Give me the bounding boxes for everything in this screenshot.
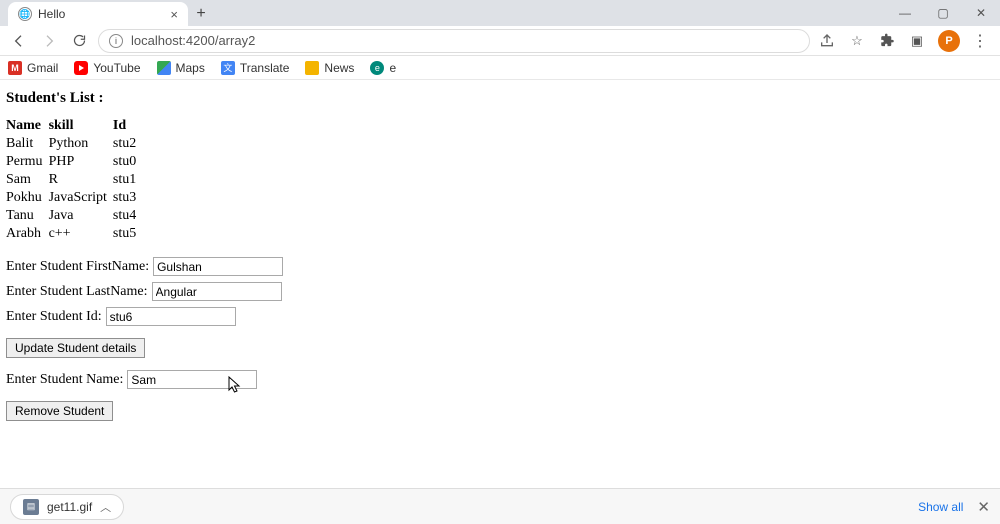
new-tab-button[interactable]: + bbox=[188, 2, 214, 26]
bookmarks-bar: M Gmail YouTube Maps 文 Translate News e … bbox=[0, 56, 1000, 80]
minimize-button[interactable]: — bbox=[886, 0, 924, 26]
cell-name: Arabh bbox=[6, 225, 49, 243]
cell-id: stu1 bbox=[113, 171, 142, 189]
bookmark-youtube[interactable]: YouTube bbox=[74, 61, 140, 75]
cell-id: stu4 bbox=[113, 207, 142, 225]
maps-icon bbox=[157, 61, 171, 75]
gmail-icon: M bbox=[8, 61, 22, 75]
translate-icon: 文 bbox=[221, 61, 235, 75]
firstname-input[interactable] bbox=[153, 257, 283, 276]
url-text: localhost:4200/array2 bbox=[131, 33, 255, 48]
col-skill: skill bbox=[49, 117, 113, 135]
id-label: Enter Student Id: bbox=[6, 309, 102, 325]
table-row: Balit Python stu2 bbox=[6, 135, 142, 153]
e-icon: e bbox=[370, 61, 384, 75]
youtube-icon bbox=[74, 61, 88, 75]
show-all-link[interactable]: Show all bbox=[918, 500, 963, 514]
cell-name: Permu bbox=[6, 153, 49, 171]
browser-toolbar: i localhost:4200/array2 ☆ ▣ P ⋮ bbox=[0, 26, 1000, 56]
bookmark-label: Gmail bbox=[27, 61, 58, 75]
toolbar-right: ☆ ▣ P ⋮ bbox=[818, 30, 992, 52]
reload-button[interactable] bbox=[68, 30, 90, 52]
table-row: Permu PHP stu0 bbox=[6, 153, 142, 171]
cell-id: stu0 bbox=[113, 153, 142, 171]
news-icon bbox=[305, 61, 319, 75]
cell-name: Balit bbox=[6, 135, 49, 153]
cell-id: stu3 bbox=[113, 189, 142, 207]
cell-name: Tanu bbox=[6, 207, 49, 225]
bookmark-label: Translate bbox=[240, 61, 290, 75]
bookmark-e[interactable]: e e bbox=[370, 61, 396, 75]
back-button[interactable] bbox=[8, 30, 30, 52]
download-filename: get11.gif bbox=[47, 500, 92, 514]
cell-skill: Python bbox=[49, 135, 113, 153]
col-id: Id bbox=[113, 117, 142, 135]
file-icon: ▤ bbox=[23, 499, 39, 515]
table-row: Tanu Java stu4 bbox=[6, 207, 142, 225]
site-info-icon[interactable]: i bbox=[109, 34, 123, 48]
table-header-row: Name skill Id bbox=[6, 117, 142, 135]
maximize-button[interactable]: ▢ bbox=[924, 0, 962, 26]
cell-skill: PHP bbox=[49, 153, 113, 171]
share-icon[interactable] bbox=[818, 32, 836, 50]
extensions-icon[interactable] bbox=[878, 32, 896, 50]
arrow-left-icon bbox=[11, 33, 27, 49]
cell-skill: JavaScript bbox=[49, 189, 113, 207]
close-window-button[interactable]: ✕ bbox=[962, 0, 1000, 26]
bookmark-translate[interactable]: 文 Translate bbox=[221, 61, 290, 75]
reload-icon bbox=[72, 33, 87, 48]
window-controls: — ▢ ✕ bbox=[886, 0, 1000, 26]
bookmark-label: Maps bbox=[176, 61, 205, 75]
arrow-right-icon bbox=[41, 33, 57, 49]
lastname-row: Enter Student LastName: bbox=[6, 282, 994, 301]
downloads-right: Show all ✕ bbox=[918, 498, 990, 516]
browser-tab[interactable]: 🌐 Hello × bbox=[8, 2, 188, 26]
remove-button[interactable]: Remove Student bbox=[6, 401, 113, 421]
address-bar[interactable]: i localhost:4200/array2 bbox=[98, 29, 810, 53]
studentname-input[interactable] bbox=[127, 370, 257, 389]
bookmark-news[interactable]: News bbox=[305, 61, 354, 75]
page-content: Student's List : Name skill Id Balit Pyt… bbox=[0, 80, 1000, 437]
globe-icon: 🌐 bbox=[18, 7, 32, 21]
table-row: Arabh c++ stu5 bbox=[6, 225, 142, 243]
studentname-label: Enter Student Name: bbox=[6, 372, 123, 388]
forward-button[interactable] bbox=[38, 30, 60, 52]
cell-skill: Java bbox=[49, 207, 113, 225]
cell-skill: R bbox=[49, 171, 113, 189]
table-row: Pokhu JavaScript stu3 bbox=[6, 189, 142, 207]
downloads-shelf: ▤ get11.gif ︿ Show all ✕ bbox=[0, 488, 1000, 524]
lastname-input[interactable] bbox=[152, 282, 282, 301]
bookmark-star-icon[interactable]: ☆ bbox=[848, 32, 866, 50]
cell-skill: c++ bbox=[49, 225, 113, 243]
firstname-label: Enter Student FirstName: bbox=[6, 259, 149, 275]
id-row: Enter Student Id: bbox=[6, 307, 994, 326]
cell-id: stu5 bbox=[113, 225, 142, 243]
studentname-row: Enter Student Name: bbox=[6, 370, 994, 389]
download-item[interactable]: ▤ get11.gif ︿ bbox=[10, 494, 124, 520]
close-icon[interactable]: × bbox=[170, 7, 178, 22]
tab-strip: 🌐 Hello × + — ▢ ✕ bbox=[0, 0, 1000, 26]
profile-avatar[interactable]: P bbox=[938, 30, 960, 52]
id-input[interactable] bbox=[106, 307, 236, 326]
cell-name: Sam bbox=[6, 171, 49, 189]
account-square-icon[interactable]: ▣ bbox=[908, 32, 926, 50]
lastname-label: Enter Student LastName: bbox=[6, 284, 148, 300]
update-button[interactable]: Update Student details bbox=[6, 338, 145, 358]
kebab-menu-icon[interactable]: ⋮ bbox=[972, 31, 988, 51]
bookmark-label: YouTube bbox=[93, 61, 140, 75]
page-heading: Student's List : bbox=[6, 90, 994, 107]
bookmark-maps[interactable]: Maps bbox=[157, 61, 205, 75]
col-name: Name bbox=[6, 117, 49, 135]
students-table: Name skill Id Balit Python stu2 Permu PH… bbox=[6, 117, 142, 243]
bookmark-label: e bbox=[389, 61, 396, 75]
chevron-up-icon[interactable]: ︿ bbox=[100, 499, 111, 515]
bookmark-label: News bbox=[324, 61, 354, 75]
cell-name: Pokhu bbox=[6, 189, 49, 207]
close-shelf-icon[interactable]: ✕ bbox=[977, 498, 990, 516]
firstname-row: Enter Student FirstName: bbox=[6, 257, 994, 276]
bookmark-gmail[interactable]: M Gmail bbox=[8, 61, 58, 75]
tab-title: Hello bbox=[38, 7, 164, 21]
table-row: Sam R stu1 bbox=[6, 171, 142, 189]
cell-id: stu2 bbox=[113, 135, 142, 153]
